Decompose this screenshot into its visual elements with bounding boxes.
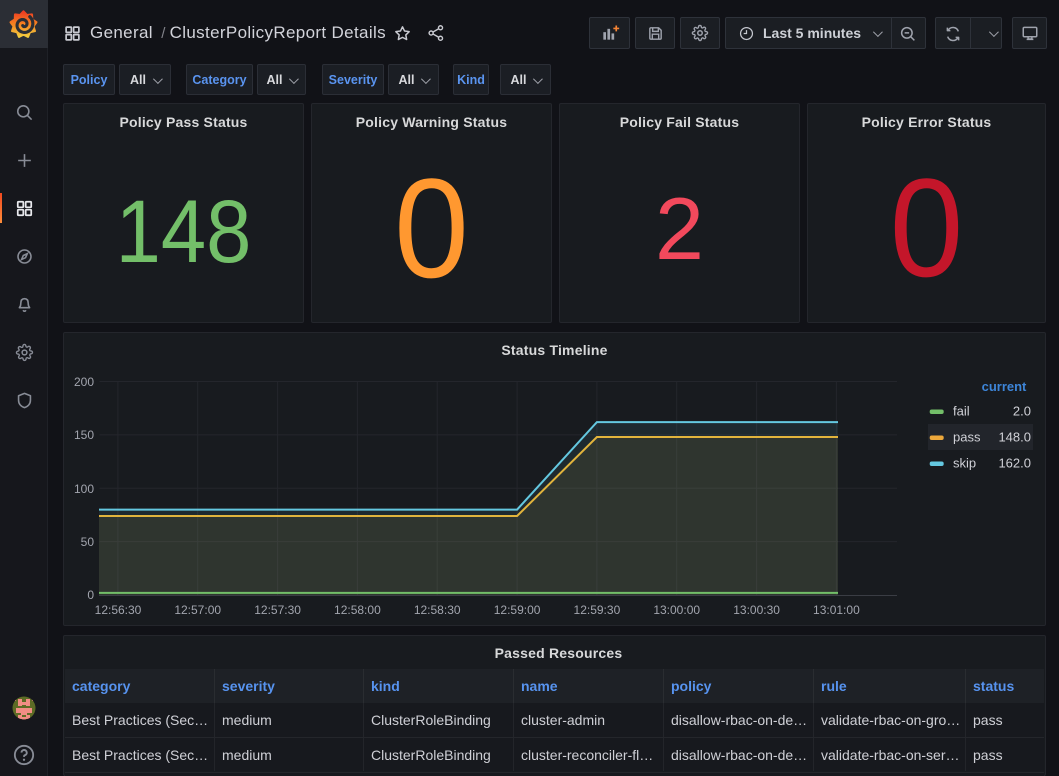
svg-text:12:58:30: 12:58:30 [414,603,461,617]
svg-text:fail: fail [953,404,970,419]
svg-text:12:57:30: 12:57:30 [254,603,301,617]
svg-text:skip: skip [953,456,976,471]
svg-text:13:00:30: 13:00:30 [733,603,780,617]
svg-text:12:56:30: 12:56:30 [95,603,142,617]
svg-text:2.0: 2.0 [1013,404,1031,419]
svg-text:current: current [982,379,1027,394]
svg-text:13:00:00: 13:00:00 [653,603,700,617]
svg-text:200: 200 [74,375,94,389]
svg-text:100: 100 [74,482,94,496]
svg-text:162.0: 162.0 [998,456,1031,471]
svg-text:12:57:00: 12:57:00 [174,603,221,617]
svg-text:12:59:30: 12:59:30 [574,603,621,617]
svg-text:13:01:00: 13:01:00 [813,603,860,617]
svg-text:50: 50 [81,535,95,549]
svg-text:pass: pass [953,430,981,445]
svg-text:0: 0 [87,588,94,602]
svg-text:12:59:00: 12:59:00 [494,603,541,617]
svg-text:150: 150 [74,428,94,442]
svg-text:12:58:00: 12:58:00 [334,603,381,617]
svg-text:148.0: 148.0 [998,430,1031,445]
